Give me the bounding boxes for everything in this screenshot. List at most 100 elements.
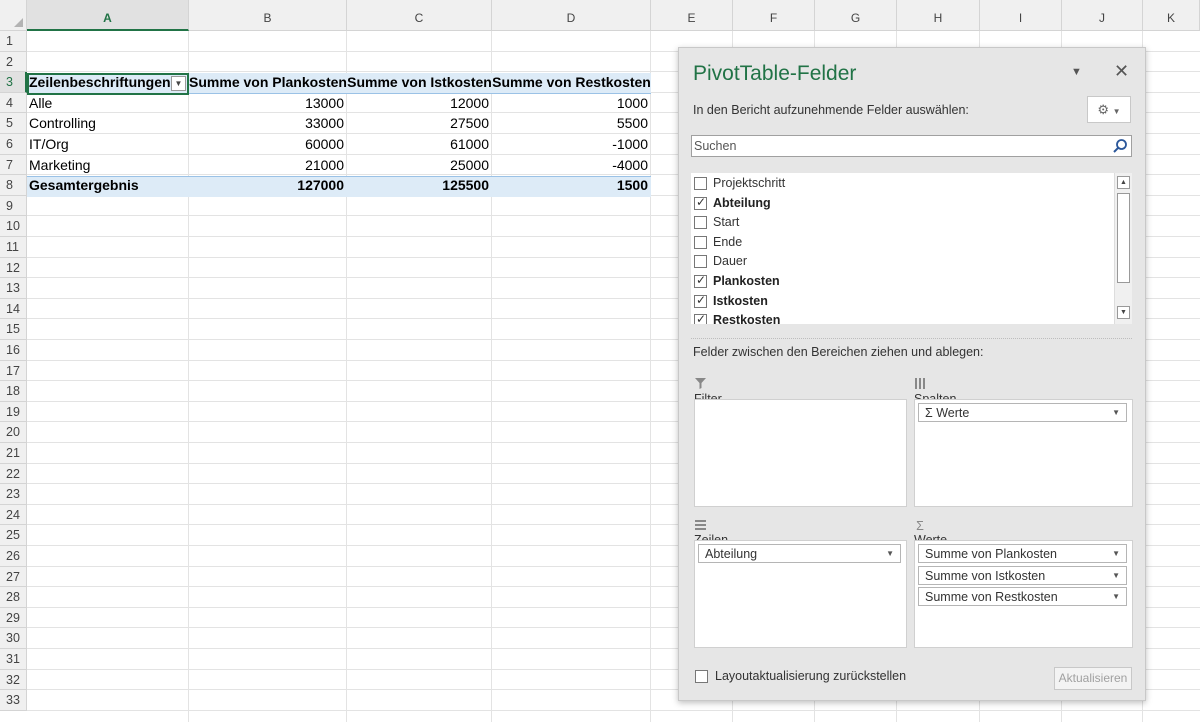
pivot-value-cell[interactable]: 12000 (347, 93, 492, 114)
row-labels-filter-button[interactable]: ▼ (171, 76, 186, 91)
select-all-corner[interactable] (0, 0, 27, 31)
row-header-16[interactable]: 16 (0, 340, 27, 361)
values-drop-zone[interactable]: Summe von Plankosten ▼ Summe von Istkosten… (914, 540, 1133, 648)
row-header-9[interactable]: 9 (0, 195, 27, 217)
rows-chip[interactable]: Abteilung ▼ (698, 544, 901, 563)
row-header-17[interactable]: 17 (0, 360, 27, 382)
field-checkbox[interactable] (694, 216, 707, 230)
row-header-21[interactable]: 21 (0, 443, 27, 464)
pivot-value-cell[interactable]: 5500 (492, 113, 651, 134)
row-header-8[interactable]: 8 (0, 175, 27, 196)
values-chip[interactable]: Summe von Plankosten ▼ (918, 544, 1127, 563)
pivot-value-cell[interactable]: 33000 (189, 113, 347, 134)
pivot-value-cell[interactable]: 25000 (347, 155, 492, 176)
pivot-row-label[interactable]: Marketing (27, 155, 189, 176)
row-header-28[interactable]: 28 (0, 587, 27, 608)
chevron-down-icon[interactable]: ▼ (886, 549, 894, 558)
row-header-1[interactable]: 1 (0, 31, 27, 52)
field-checkbox[interactable]: ✓ (694, 312, 707, 324)
chevron-down-icon[interactable]: ▼ (1112, 549, 1120, 558)
row-header-7[interactable]: 7 (0, 154, 27, 176)
row-header-20[interactable]: 20 (0, 422, 27, 443)
field-checkbox[interactable] (694, 177, 707, 190)
row-header-33[interactable]: 33 (0, 690, 27, 711)
pivot-header-cell[interactable]: Summe von Plankosten (189, 72, 347, 93)
row-header-26[interactable]: 26 (0, 546, 27, 567)
chevron-down-icon[interactable]: ▼ (1112, 408, 1120, 417)
column-header-k[interactable]: K (1143, 0, 1200, 31)
tools-button[interactable]: ⚙ ▼ (1087, 96, 1131, 123)
columns-drop-zone[interactable]: Σ Werte ▼ (914, 399, 1133, 507)
field-search-input[interactable]: Suchen (691, 135, 1132, 157)
field-checkbox[interactable]: ✓ (694, 195, 707, 210)
scroll-thumb[interactable] (1117, 193, 1130, 283)
column-header-i[interactable]: I (980, 0, 1062, 31)
row-header-22[interactable]: 22 (0, 463, 27, 485)
row-header-19[interactable]: 19 (0, 401, 27, 423)
row-header-5[interactable]: 5 (0, 113, 27, 134)
row-header-31[interactable]: 31 (0, 649, 27, 670)
pivot-grand-total-label[interactable]: Gesamtergebnis (27, 175, 189, 196)
column-header-f[interactable]: F (733, 0, 815, 31)
defer-update-checkbox[interactable] (695, 670, 708, 683)
columns-chip[interactable]: Σ Werte ▼ (918, 403, 1127, 422)
row-header-23[interactable]: 23 (0, 484, 27, 505)
pivot-value-cell[interactable]: 21000 (189, 155, 347, 176)
row-header-13[interactable]: 13 (0, 278, 27, 299)
rows-drop-zone[interactable]: Abteilung ▼ (694, 540, 907, 648)
row-header-15[interactable]: 15 (0, 319, 27, 340)
pivot-grand-total-value[interactable]: 127000 (189, 175, 347, 196)
row-header-18[interactable]: 18 (0, 381, 27, 402)
scroll-down-icon[interactable]: ▼ (1117, 306, 1130, 319)
pivot-grand-total-value[interactable]: 1500 (492, 175, 651, 196)
pivot-row-label[interactable]: Controlling (27, 113, 189, 134)
values-chip[interactable]: Summe von Restkosten ▼ (918, 587, 1127, 606)
row-header-3[interactable]: 3 (0, 72, 27, 93)
pivot-value-cell[interactable]: 1000 (492, 93, 651, 114)
column-header-a[interactable]: A (27, 0, 189, 31)
scroll-up-icon[interactable]: ▲ (1117, 176, 1130, 189)
field-checkbox[interactable] (694, 235, 707, 249)
row-header-4[interactable]: 4 (0, 92, 27, 114)
pivot-value-cell[interactable]: 27500 (347, 113, 492, 134)
values-chip[interactable]: Summe von Istkosten ▼ (918, 565, 1127, 585)
row-header-11[interactable]: 11 (0, 237, 27, 258)
row-header-10[interactable]: 10 (0, 216, 27, 237)
column-header-b[interactable]: B (189, 0, 347, 31)
close-icon[interactable]: ✕ (1114, 61, 1129, 82)
column-header-e[interactable]: E (651, 0, 733, 31)
pane-options-chevron-down-icon[interactable]: ▼ (1071, 66, 1082, 78)
column-header-d[interactable]: D (492, 0, 651, 31)
column-header-g[interactable]: G (815, 0, 897, 31)
update-button[interactable]: Aktualisieren (1054, 667, 1132, 690)
row-header-14[interactable]: 14 (0, 298, 27, 320)
row-header-30[interactable]: 30 (0, 628, 27, 649)
pivot-header-cell[interactable]: Summe von Restkosten (492, 72, 651, 93)
pivot-value-cell[interactable]: -1000 (492, 134, 651, 155)
pivot-header-cell[interactable]: Summe von Istkosten (347, 72, 492, 93)
row-header-6[interactable]: 6 (0, 134, 27, 155)
row-header-27[interactable]: 27 (0, 566, 27, 588)
row-header-32[interactable]: 32 (0, 669, 27, 691)
pivot-row-label[interactable]: IT/Org (27, 134, 189, 155)
pivot-grand-total-value[interactable]: 125500 (347, 175, 492, 196)
chevron-down-icon[interactable]: ▼ (1112, 592, 1120, 601)
filter-drop-zone[interactable] (694, 399, 907, 507)
row-header-2[interactable]: 2 (0, 51, 27, 73)
row-header-12[interactable]: 12 (0, 257, 27, 279)
field-checkbox[interactable]: ✓ (694, 273, 707, 288)
pivot-row-label[interactable]: Alle (27, 93, 189, 114)
chevron-down-icon[interactable]: ▼ (1112, 571, 1120, 580)
row-header-25[interactable]: 25 (0, 525, 27, 546)
column-header-h[interactable]: H (897, 0, 980, 31)
row-header-24[interactable]: 24 (0, 504, 27, 526)
column-header-j[interactable]: J (1062, 0, 1143, 31)
field-checkbox[interactable]: ✓ (694, 293, 707, 308)
field-list-scrollbar[interactable]: ▲ ▼ (1114, 173, 1132, 324)
pivot-value-cell[interactable]: -4000 (492, 155, 651, 176)
pivot-value-cell[interactable]: 13000 (189, 93, 347, 114)
field-checkbox[interactable] (694, 255, 707, 269)
pivot-value-cell[interactable]: 61000 (347, 134, 492, 155)
pivot-value-cell[interactable]: 60000 (189, 134, 347, 155)
column-header-c[interactable]: C (347, 0, 492, 31)
